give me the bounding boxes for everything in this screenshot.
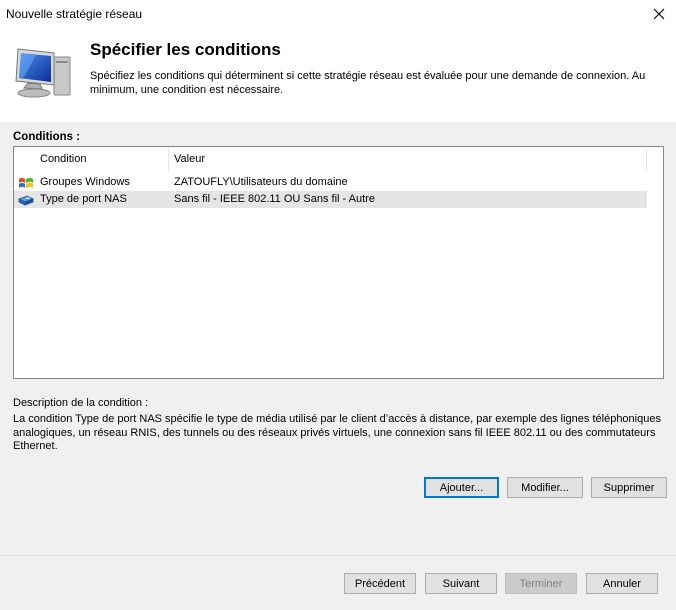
cancel-button[interactable]: Annuler: [586, 573, 658, 594]
column-divider[interactable]: [646, 149, 647, 171]
next-button[interactable]: Suivant: [425, 573, 497, 594]
page-title: Spécifier les conditions: [90, 40, 281, 59]
column-divider[interactable]: [168, 149, 169, 171]
cell-value: ZATOUFLY\Utilisateurs du domaine: [174, 176, 348, 188]
column-header-value[interactable]: Valeur: [174, 153, 205, 165]
condition-description-text: La condition Type de port NAS spécifie l…: [13, 413, 661, 452]
page-description: Spécifiez les conditions qui déterminent…: [90, 70, 646, 96]
network-computer-icon: [15, 48, 71, 98]
cell-condition: Groupes Windows: [40, 176, 130, 188]
windows-group-icon: [19, 177, 33, 188]
title-bar: Nouvelle stratégie réseau: [0, 0, 676, 28]
modify-condition-button[interactable]: Modifier...: [507, 477, 583, 498]
wizard-header: Spécifier les conditions Spécifiez les c…: [0, 28, 676, 122]
condition-description-label: Description de la condition :: [13, 397, 149, 409]
close-icon: [653, 8, 665, 20]
add-condition-button[interactable]: Ajouter...: [424, 477, 499, 498]
delete-condition-button[interactable]: Supprimer: [591, 477, 667, 498]
nas-port-icon: [18, 195, 34, 206]
list-item[interactable]: Groupes Windows ZATOUFLY\Utilisateurs du…: [14, 174, 647, 191]
column-header-condition[interactable]: Condition: [40, 153, 86, 165]
cell-value: Sans fil - IEEE 802.11 OU Sans fil - Aut…: [174, 193, 375, 205]
conditions-list[interactable]: Condition Valeur Groupes Windows ZATOUFL…: [13, 146, 664, 379]
conditions-label: Conditions :: [13, 131, 81, 143]
cell-condition: Type de port NAS: [40, 193, 127, 205]
window-title: Nouvelle stratégie réseau: [6, 7, 143, 21]
footer-divider: [0, 555, 676, 556]
list-header: Condition Valeur: [14, 147, 647, 173]
list-item[interactable]: Type de port NAS Sans fil - IEEE 802.11 …: [14, 191, 647, 208]
close-button[interactable]: [642, 0, 676, 28]
previous-button[interactable]: Précédent: [344, 573, 416, 594]
finish-button[interactable]: Terminer: [505, 573, 577, 594]
